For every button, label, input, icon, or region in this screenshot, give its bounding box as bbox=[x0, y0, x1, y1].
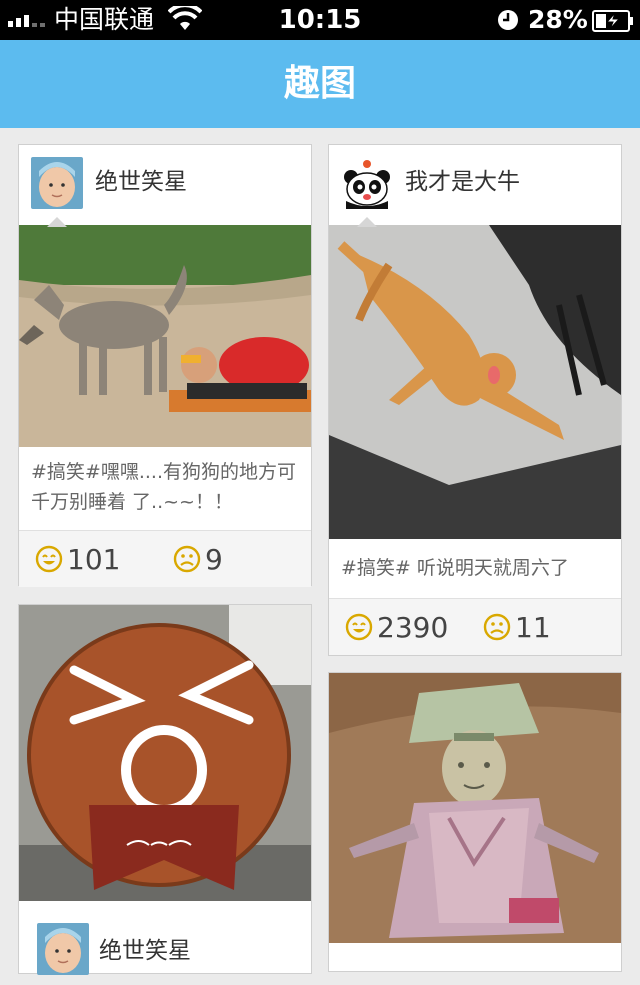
header-pointer bbox=[357, 217, 377, 227]
page-title: 趣图 bbox=[283, 63, 356, 104]
feed-card[interactable]: 绝世笑星 bbox=[18, 604, 312, 975]
post-image[interactable] bbox=[329, 673, 621, 943]
dislike-count: 11 bbox=[515, 610, 551, 644]
post-image[interactable] bbox=[19, 225, 311, 447]
nav-bar: 趣图 bbox=[0, 40, 640, 128]
card-header: 我才是大牛 bbox=[329, 145, 621, 225]
card-header: 绝世笑星 bbox=[19, 145, 311, 225]
like-count: 101 bbox=[67, 542, 121, 576]
like-button[interactable]: 2390 bbox=[345, 609, 448, 645]
username[interactable]: 绝世笑星 bbox=[99, 935, 191, 967]
dislike-button[interactable]: 9 bbox=[173, 541, 223, 577]
smile-icon bbox=[35, 545, 63, 573]
post-image[interactable] bbox=[19, 605, 311, 901]
avatar[interactable] bbox=[37, 923, 89, 975]
like-button[interactable]: 101 bbox=[35, 541, 120, 577]
header-pointer bbox=[47, 217, 67, 227]
dislike-button[interactable]: 11 bbox=[483, 609, 551, 645]
avatar[interactable] bbox=[341, 157, 393, 209]
reaction-bar: 101 9 bbox=[19, 530, 311, 587]
like-count: 2390 bbox=[377, 610, 449, 644]
avatar[interactable] bbox=[31, 157, 83, 209]
card-header: 绝世笑星 bbox=[19, 905, 311, 985]
smile-icon bbox=[345, 613, 373, 641]
battery-charging-icon bbox=[592, 10, 634, 36]
battery-percentage: 28% bbox=[528, 5, 588, 34]
post-caption: #搞笑# 听说明天就周六了 bbox=[341, 557, 569, 579]
feed-card[interactable] bbox=[328, 672, 622, 972]
alarm-clock-icon bbox=[497, 9, 519, 35]
feed-card[interactable]: 我才是大牛 #搞笑# 听说明天就周六了 2390 11 bbox=[328, 144, 622, 656]
frown-icon bbox=[173, 545, 201, 573]
post-image[interactable] bbox=[329, 225, 621, 539]
username[interactable]: 我才是大牛 bbox=[405, 166, 520, 198]
dislike-count: 9 bbox=[205, 542, 223, 576]
username[interactable]: 绝世笑星 bbox=[95, 166, 187, 198]
feed-card[interactable]: 绝世笑星 #搞笑#嘿嘿....有狗狗的地方可千万别睡着 了..~~！！ 101 … bbox=[18, 144, 312, 587]
frown-icon bbox=[483, 613, 511, 641]
post-caption: #搞笑#嘿嘿....有狗狗的地方可千万别睡着 了..~~！！ bbox=[31, 461, 296, 513]
status-bar: 中国联通 10:15 28% bbox=[0, 0, 640, 40]
reaction-bar: 2390 11 bbox=[329, 598, 621, 655]
